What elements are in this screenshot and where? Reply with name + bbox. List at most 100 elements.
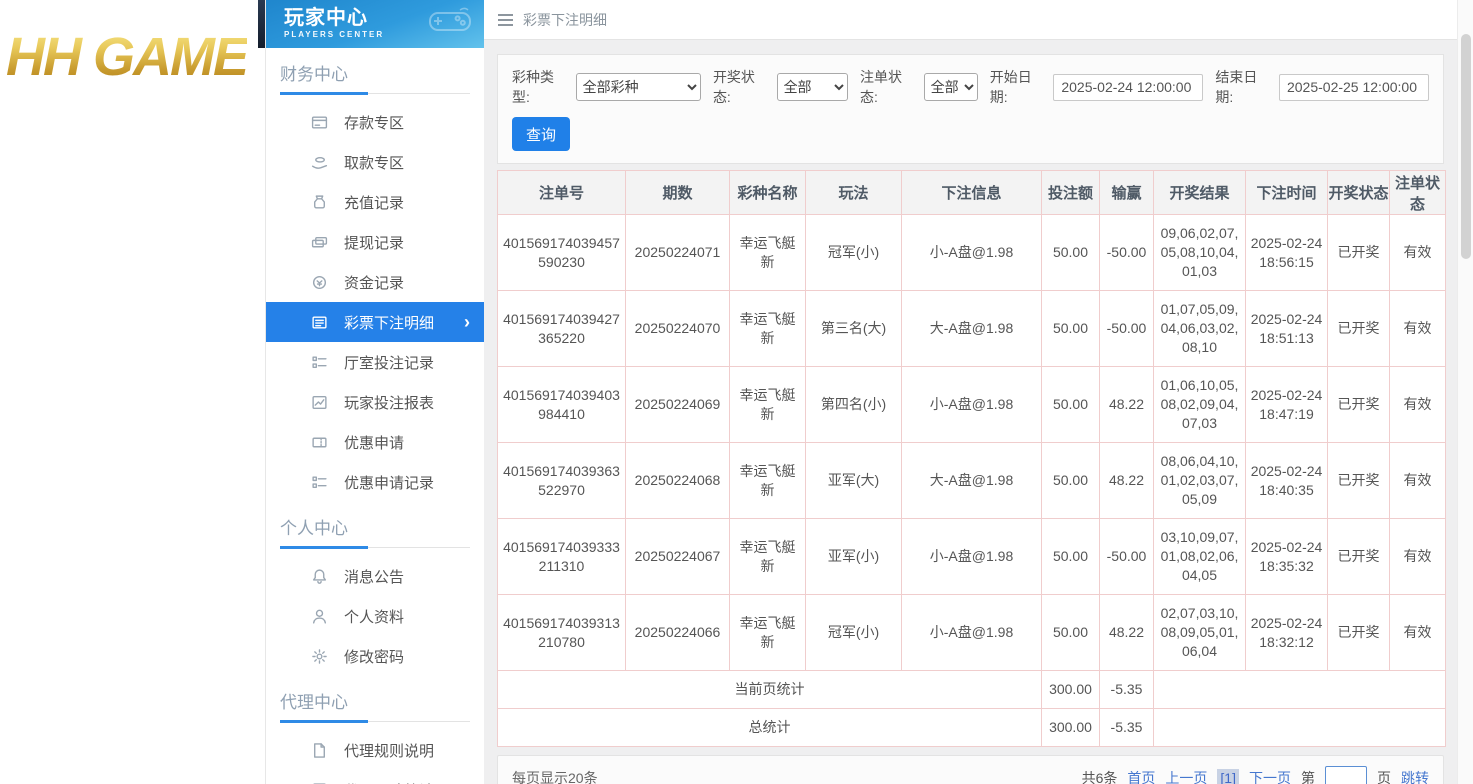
column-header: 下注信息 (902, 171, 1042, 215)
bet-table: 注单号期数彩种名称玩法下注信息投注额输赢开奖结果下注时间开奖状态注单状态 401… (497, 170, 1446, 747)
sidebar-item[interactable]: 修改密码 (266, 636, 484, 676)
sidebar-item[interactable]: 资金记录 (266, 262, 484, 302)
sidebar-item[interactable]: 存款专区 (266, 102, 484, 142)
sidebar-item[interactable]: 代理规则说明 (266, 730, 484, 770)
sidebar-item[interactable]: 厅室投注记录 (266, 342, 484, 382)
table-cell: 2025-02-24 18:51:13 (1246, 291, 1328, 367)
table-cell: 401569174039457590230 (498, 215, 626, 291)
summary-label: 当前页统计 (498, 671, 1042, 709)
current-page[interactable]: [1] (1217, 769, 1239, 784)
table-cell: 幸运飞艇新 (730, 367, 806, 443)
column-header: 下注时间 (1246, 171, 1328, 215)
table-header-row: 注单号期数彩种名称玩法下注信息投注额输赢开奖结果下注时间开奖状态注单状态 (498, 171, 1446, 215)
table-cell: 48.22 (1100, 367, 1154, 443)
menu-toggle-icon[interactable] (498, 11, 513, 29)
table-cell: 冠军(小) (806, 595, 902, 671)
pagination-bar: 每页显示20条 共6条 首页 上一页 [1] 下一页 第 页 跳转 (497, 755, 1444, 784)
sidebar-item[interactable]: 个人资料 (266, 596, 484, 636)
sidebar-header: 玩家中心 PLAYERS CENTER (266, 0, 484, 48)
chevron-right-icon: › (464, 313, 470, 331)
gamepad-icon (428, 6, 472, 39)
prev-page-link[interactable]: 上一页 (1165, 768, 1207, 784)
order-status-select[interactable]: 全部 (924, 73, 978, 101)
table-cell: 大-A盘@1.98 (902, 291, 1042, 367)
sidebar-section-title: 财务中心 (280, 60, 470, 94)
scrollbar-thumb[interactable] (1461, 34, 1471, 259)
table-row: 40156917403942736522020250224070幸运飞艇新第三名… (498, 291, 1446, 367)
table-cell: 亚军(小) (806, 519, 902, 595)
table-cell: 大-A盘@1.98 (902, 443, 1042, 519)
money-bag-icon (311, 194, 328, 211)
table-cell: 亚军(大) (806, 443, 902, 519)
sidebar-item[interactable]: 代理团队统计 (266, 770, 484, 784)
end-date-input[interactable] (1279, 74, 1429, 101)
table-cell: 20250224069 (626, 367, 730, 443)
page-size-text: 每页显示20条 (512, 768, 598, 784)
total-count: 共6条 (1082, 768, 1118, 784)
first-page-link[interactable]: 首页 (1127, 768, 1155, 784)
sidebar-nav: 财务中心存款专区取款专区充值记录提现记录资金记录彩票下注明细 › 厅室投注记录玩家投… (266, 60, 484, 784)
sidebar-item[interactable]: 玩家投注报表 (266, 382, 484, 422)
jump-page-input[interactable] (1325, 766, 1367, 784)
start-date-input[interactable] (1053, 74, 1203, 101)
table-row: 40156917403933321131020250224067幸运飞艇新亚军(… (498, 519, 1446, 595)
draw-status-select[interactable]: 全部 (777, 73, 848, 101)
table-cell: 01,07,05,09,04,06,03,02,08,10 (1154, 291, 1246, 367)
sidebar-item-label: 充值记录 (344, 192, 404, 213)
table-cell: 50.00 (1042, 443, 1100, 519)
topbar: 彩票下注明细 (484, 0, 1457, 40)
table-cell: 401569174039313210780 (498, 595, 626, 671)
sidebar-item[interactable]: 提现记录 (266, 222, 484, 262)
table-cell: 有效 (1390, 367, 1446, 443)
sidebar-item-label: 提现记录 (344, 232, 404, 253)
sidebar-item[interactable]: 优惠申请记录 (266, 462, 484, 502)
search-button[interactable]: 查询 (512, 117, 570, 151)
table-cell: 小-A盘@1.98 (902, 367, 1042, 443)
coin-icon (311, 274, 328, 291)
table-row: 40156917403936352297020250224068幸运飞艇新亚军(… (498, 443, 1446, 519)
deposit-card-icon (311, 114, 328, 131)
table-cell: 2025-02-24 18:32:12 (1246, 595, 1328, 671)
column-header: 开奖结果 (1154, 171, 1246, 215)
table-cell: 有效 (1390, 519, 1446, 595)
table-cell: 小-A盘@1.98 (902, 595, 1042, 671)
column-header: 期数 (626, 171, 730, 215)
table-cell: 已开奖 (1328, 215, 1390, 291)
jump-button[interactable]: 跳转 (1401, 768, 1429, 784)
sidebar-item[interactable]: 消息公告 (266, 556, 484, 596)
sidebar-item-label: 玩家投注报表 (344, 392, 434, 413)
column-header: 注单号 (498, 171, 626, 215)
table-cell: 401569174039333211310 (498, 519, 626, 595)
draw-status-label: 开奖状态: (713, 67, 771, 107)
page-title: 彩票下注明细 (523, 10, 607, 30)
sidebar-item[interactable]: 彩票下注明细 › (266, 302, 484, 342)
sidebar-item-label: 彩票下注明细 (344, 312, 434, 333)
summary-row: 当前页统计300.00-5.35 (498, 671, 1446, 709)
table-cell: 50.00 (1042, 291, 1100, 367)
sidebar-menu-list: 消息公告个人资料修改密码 (266, 548, 484, 676)
table-cell: 第三名(大) (806, 291, 902, 367)
summary-bet-total: 300.00 (1042, 671, 1100, 709)
sidebar-item[interactable]: 取款专区 (266, 142, 484, 182)
sidebar-item[interactable]: 充值记录 (266, 182, 484, 222)
lottery-type-select[interactable]: 全部彩种 (576, 73, 701, 101)
pager: 共6条 首页 上一页 [1] 下一页 第 页 跳转 (1082, 766, 1429, 784)
table-cell: 2025-02-24 18:47:19 (1246, 367, 1328, 443)
table-cell: 08,06,04,10,01,02,03,07,05,09 (1154, 443, 1246, 519)
sidebar-item-label: 存款专区 (344, 112, 404, 133)
logo-text: HH GAME (6, 26, 247, 88)
sidebar-item[interactable]: 优惠申请 (266, 422, 484, 462)
order-status-label: 注单状态: (860, 67, 918, 107)
person-icon (311, 608, 328, 625)
sidebar-header-edge (258, 0, 265, 48)
sidebar-item-label: 个人资料 (344, 606, 404, 627)
table-cell: 02,07,03,10,08,09,05,01,06,04 (1154, 595, 1246, 671)
scrollbar[interactable] (1457, 0, 1473, 784)
table-cell: 已开奖 (1328, 367, 1390, 443)
table-cell: 03,10,09,07,01,08,02,06,04,05 (1154, 519, 1246, 595)
column-header: 投注额 (1042, 171, 1100, 215)
table-cell: 已开奖 (1328, 519, 1390, 595)
main-area: 彩票下注明细 彩种类型: 全部彩种 开奖状态: 全部 注单状态: 全部 开始日期… (484, 0, 1457, 784)
next-page-link[interactable]: 下一页 (1249, 768, 1291, 784)
summary-label: 总统计 (498, 709, 1042, 747)
